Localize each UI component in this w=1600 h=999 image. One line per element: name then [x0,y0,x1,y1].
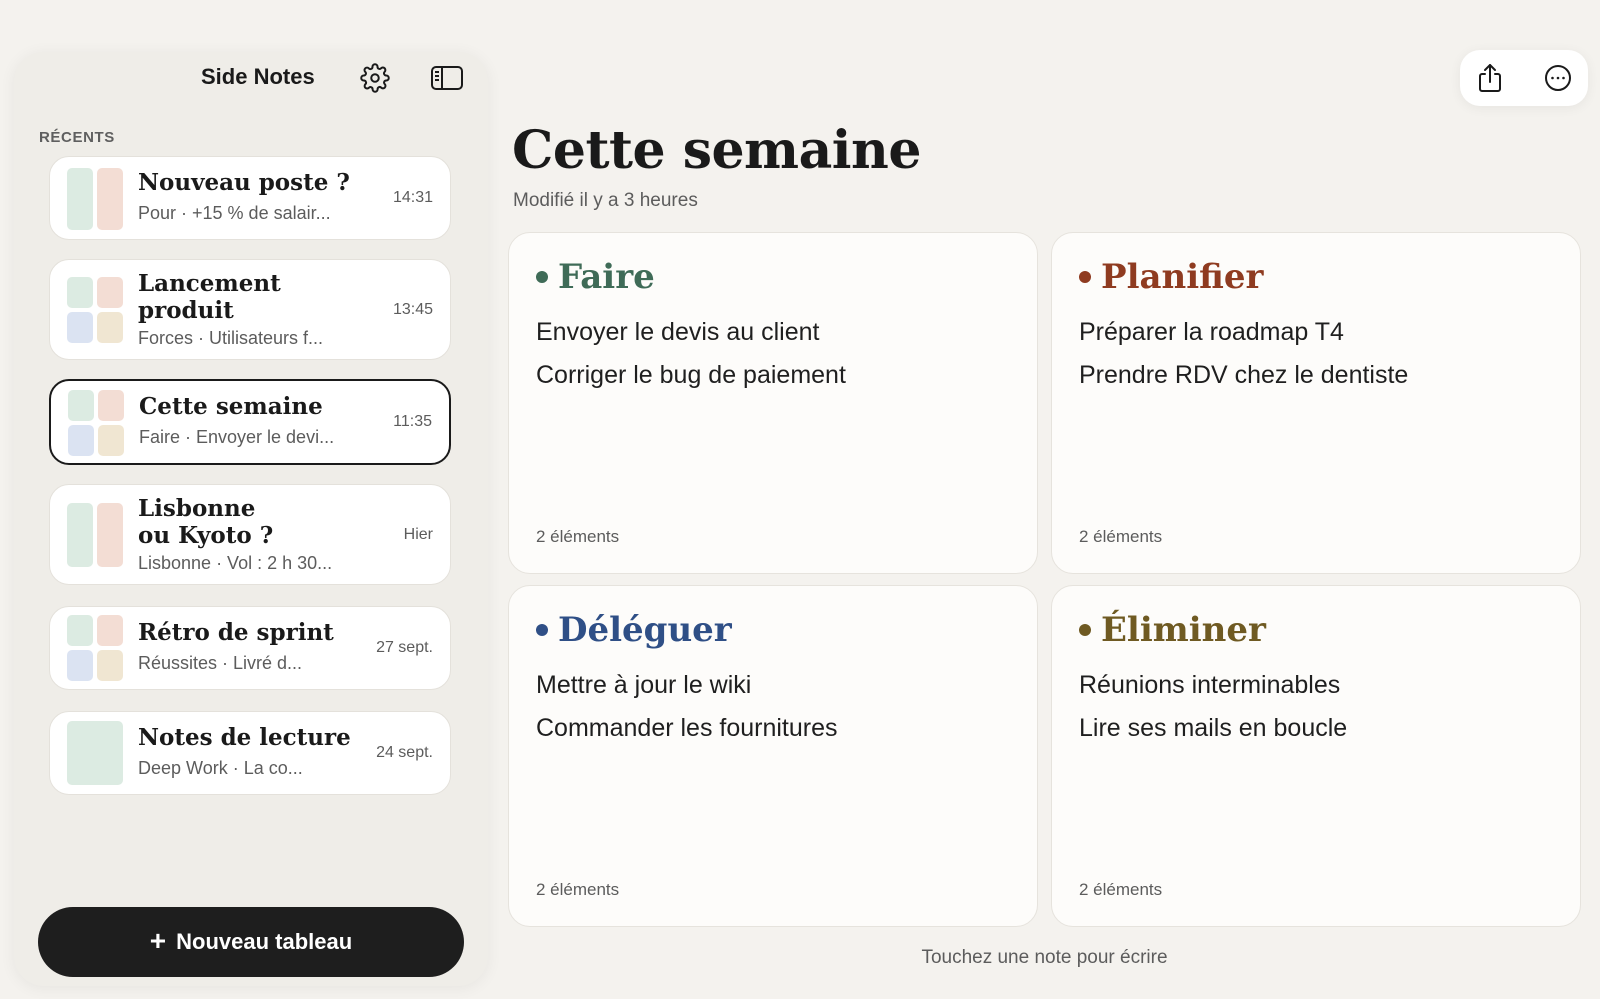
quadrant-deleguer[interactable]: Déléguer Mettre à jour le wiki Commander… [508,585,1038,927]
note-time: 27 sept. [376,639,433,656]
note-subtitle: Forces · Utilisateurs f... [138,328,324,348]
item-count: 2 éléments [536,880,620,899]
task-item[interactable]: Mettre à jour le wiki [536,664,838,707]
quadrant-header: Faire [536,257,655,297]
quadrant-dot [1079,624,1091,636]
note-item-lisbonne-kyoto[interactable]: Lisbonne ou Kyoto ? Lisbonne · Vol : 2 h… [49,484,451,585]
note-subtitle: Lisbonne · Vol : 2 h 30... [138,553,333,573]
quadrant-eliminer[interactable]: Éliminer Réunions interminables Lire ses… [1051,585,1581,927]
task-item[interactable]: Réunions interminables [1079,664,1347,707]
note-title: Lisbonne ou Kyoto ? [138,495,274,549]
quadrant-items: Réunions interminables Lire ses mails en… [1079,664,1347,750]
task-item[interactable]: Prendre RDV chez le dentiste [1079,354,1408,397]
quadrant-items: Envoyer le devis au client Corriger le b… [536,311,846,397]
note-thumbnail [67,277,123,343]
note-title: Notes de lecture [138,724,351,751]
page-title: Cette semaine [512,120,921,181]
quadrant-title: Déléguer [558,610,732,650]
quadrant-header: Éliminer [1079,610,1266,650]
note-title: Nouveau poste ? [138,169,350,196]
quadrant-dot [536,271,548,283]
note-time: 14:31 [392,189,433,206]
note-subtitle: Pour · +15 % de salair... [138,203,331,223]
plus-icon: + [149,924,167,956]
toolbar-actions [1460,50,1588,106]
new-board-button[interactable]: + Nouveau tableau [38,907,464,977]
quadrant-header: Déléguer [536,610,732,650]
note-time: Hier [403,526,433,543]
quadrant-dot [1079,271,1091,283]
note-thumbnail [68,390,124,456]
recents-section-label: RÉCENTS [39,129,115,146]
sidebar-header: Side Notes [14,52,488,108]
item-count: 2 éléments [1079,880,1163,899]
note-time: 24 sept. [376,744,433,761]
note-item-cette-semaine[interactable]: Cette semaine Faire · Envoyer le devi...… [49,379,451,465]
sidebar: Side Notes RÉCENTS Nouveau poste ? Pour … [14,52,488,986]
note-thumbnail [67,721,123,785]
note-time: 11:35 [393,413,432,430]
task-item[interactable]: Préparer la roadmap T4 [1079,311,1408,354]
quadrant-items: Mettre à jour le wiki Commander les four… [536,664,838,750]
share-icon[interactable] [1472,60,1508,96]
quadrant-title: Faire [558,257,655,297]
note-thumbnail [67,503,123,567]
gear-icon[interactable] [357,60,393,96]
note-item-nouveau-poste[interactable]: Nouveau poste ? Pour · +15 % de salair..… [49,156,451,240]
app-title: Side Notes [201,64,315,89]
note-thumbnail [67,168,123,230]
note-subtitle: Réussites · Livré d... [138,653,303,673]
note-title: Lancement produit [138,270,281,324]
note-item-notes-lecture[interactable]: Notes de lecture Deep Work · La co... 24… [49,711,451,795]
modified-timestamp: Modifié il y a 3 heures [513,190,698,211]
more-icon[interactable] [1540,60,1576,96]
note-subtitle: Faire · Envoyer le devi... [139,427,335,447]
quadrant-faire[interactable]: Faire Envoyer le devis au client Corrige… [508,232,1038,574]
quadrant-title: Éliminer [1101,610,1266,650]
item-count: 2 éléments [536,527,620,546]
quadrant-header: Planifier [1079,257,1263,297]
note-title: Rétro de sprint [138,619,334,646]
note-title: Cette semaine [139,393,323,420]
task-item[interactable]: Corriger le bug de paiement [536,354,846,397]
new-board-label: Nouveau tableau [176,929,353,954]
task-item[interactable]: Envoyer le devis au client [536,311,846,354]
note-thumbnail [67,615,123,681]
quadrant-title: Planifier [1101,257,1264,297]
note-item-retro-sprint[interactable]: Rétro de sprint Réussites · Livré d... 2… [49,606,451,690]
note-subtitle: Deep Work · La co... [138,758,303,778]
quadrant-items: Préparer la roadmap T4 Prendre RDV chez … [1079,311,1408,397]
task-item[interactable]: Lire ses mails en boucle [1079,707,1347,750]
task-item[interactable]: Commander les fournitures [536,707,838,750]
sidebar-panel-icon[interactable] [429,60,465,96]
item-count: 2 éléments [1079,527,1163,546]
hint-text: Touchez une note pour écrire [921,947,1168,968]
note-time: 13:45 [392,301,433,318]
quadrant-dot [536,624,548,636]
note-item-lancement-produit[interactable]: Lancement produit Forces · Utilisateurs … [49,259,451,360]
quadrant-planifier[interactable]: Planifier Préparer la roadmap T4 Prendre… [1051,232,1581,574]
